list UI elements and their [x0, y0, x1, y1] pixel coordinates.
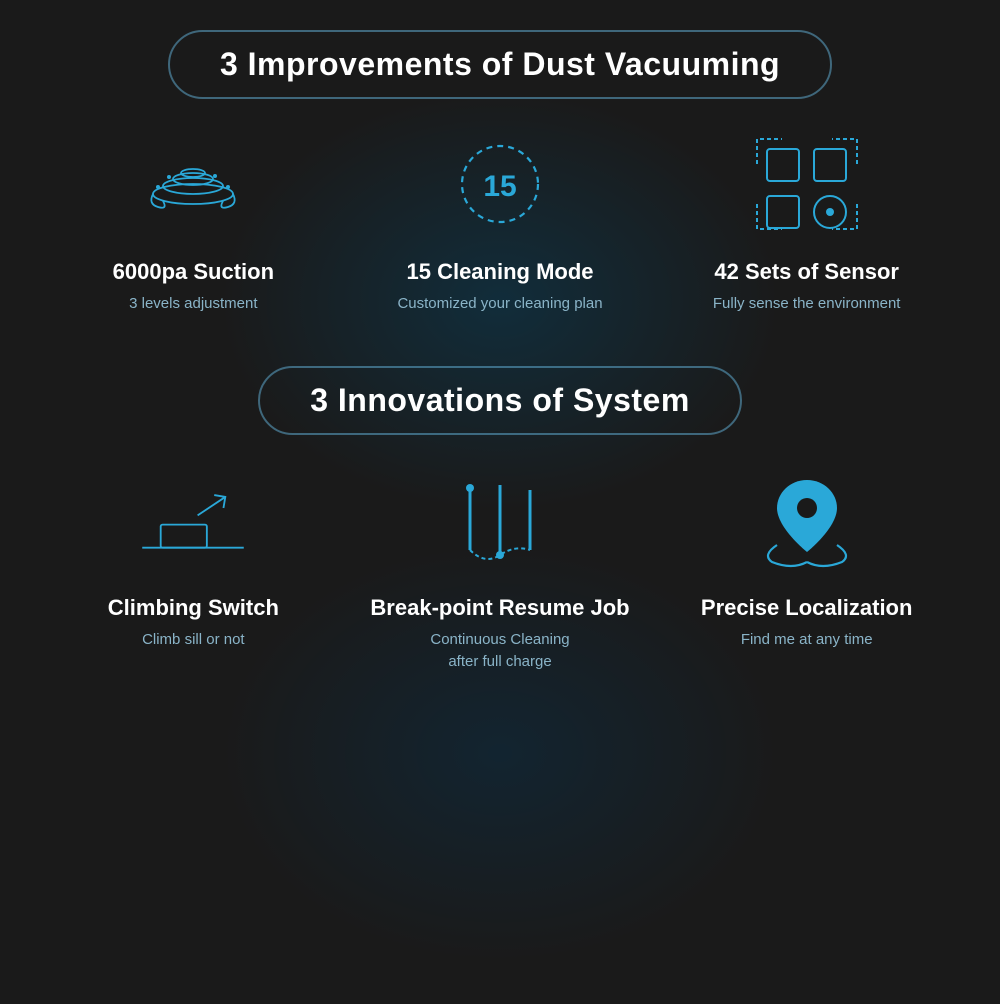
localization-icon — [747, 465, 867, 575]
feature-suction: 6000pa Suction 3 levels adjustment — [40, 129, 347, 316]
suction-title: 6000pa Suction — [113, 259, 274, 285]
section2-badge: 3 Innovations of System — [258, 366, 742, 435]
sensor-icon — [747, 129, 867, 239]
suction-subtitle: 3 levels adjustment — [129, 293, 257, 316]
sensor-subtitle: Fully sense the environment — [713, 293, 901, 316]
climbing-title: Climbing Switch — [108, 595, 279, 621]
feature-resume: Break-point Resume Job Continuous Cleani… — [347, 465, 654, 674]
resume-icon — [440, 465, 560, 575]
cleaning-mode-icon: 15 — [440, 129, 560, 239]
section1-feature-grid: 6000pa Suction 3 levels adjustment 15 15… — [40, 129, 960, 316]
page-wrapper: 3 Improvements of Dust Vacuuming — [0, 0, 1000, 1004]
feature-cleaning-mode: 15 15 Cleaning Mode Customized your clea… — [347, 129, 654, 316]
cleaning-mode-subtitle: Customized your cleaning plan — [397, 293, 602, 316]
feature-sensor: 42 Sets of Sensor Fully sense the enviro… — [653, 129, 960, 316]
climbing-subtitle: Climb sill or not — [142, 629, 245, 652]
resume-title: Break-point Resume Job — [370, 595, 629, 621]
sensor-title: 42 Sets of Sensor — [714, 259, 899, 285]
section1-badge: 3 Improvements of Dust Vacuuming — [168, 30, 832, 99]
section1-badge-text: 3 Improvements of Dust Vacuuming — [220, 46, 780, 82]
suction-icon — [133, 129, 253, 239]
feature-localization: Precise Localization Find me at any time — [653, 465, 960, 652]
feature-climbing: Climbing Switch Climb sill or not — [40, 465, 347, 652]
section2-feature-grid: Climbing Switch Climb sill or not — [40, 465, 960, 674]
cleaning-mode-title: 15 Cleaning Mode — [406, 259, 593, 285]
section2-badge-text: 3 Innovations of System — [310, 382, 690, 418]
resume-subtitle: Continuous Cleaning after full charge — [430, 629, 569, 674]
localization-title: Precise Localization — [701, 595, 913, 621]
localization-subtitle: Find me at any time — [741, 629, 873, 652]
svg-text:15: 15 — [483, 170, 516, 203]
climbing-icon — [133, 465, 253, 575]
